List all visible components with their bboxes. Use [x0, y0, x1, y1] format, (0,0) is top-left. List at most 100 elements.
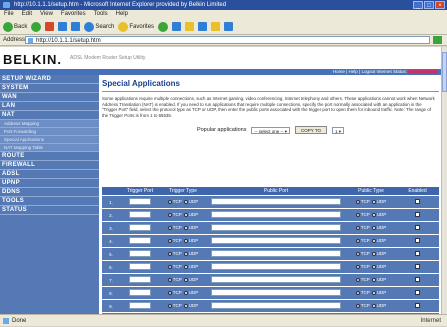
home-icon[interactable]: [71, 22, 81, 31]
trigger-port-input[interactable]: [129, 263, 151, 271]
trigger-tcp-radio[interactable]: TCP: [167, 277, 182, 282]
enabled-checkbox[interactable]: [415, 211, 420, 217]
public-port-input[interactable]: [211, 276, 341, 284]
menu-favorites[interactable]: Favorites: [61, 10, 86, 19]
enabled-checkbox[interactable]: [415, 263, 420, 269]
trigger-port-input[interactable]: [129, 198, 151, 206]
public-port-input[interactable]: [211, 289, 341, 297]
trigger-udp-radio[interactable]: UDP: [183, 264, 198, 269]
history-icon[interactable]: [172, 22, 182, 31]
trigger-udp-radio[interactable]: UDP: [183, 277, 198, 282]
trigger-udp-radio[interactable]: UDP: [183, 290, 198, 295]
go-button[interactable]: [433, 36, 442, 44]
public-udp-radio[interactable]: UDP: [371, 251, 386, 256]
public-port-input[interactable]: [211, 250, 341, 258]
trigger-udp-radio[interactable]: UDP: [183, 212, 198, 217]
trigger-tcp-radio[interactable]: TCP: [167, 290, 182, 295]
menu-file[interactable]: File: [4, 10, 14, 19]
sidebar-item-adsl[interactable]: ADSL: [0, 170, 99, 179]
trigger-tcp-radio[interactable]: TCP: [167, 251, 182, 256]
sidebar-item-wan[interactable]: WAN: [0, 93, 99, 102]
enabled-checkbox[interactable]: [415, 237, 420, 243]
refresh-icon[interactable]: [58, 22, 68, 31]
sidebar-item-firewall[interactable]: FIREWALL: [0, 161, 99, 170]
trigger-tcp-radio[interactable]: TCP: [167, 225, 182, 230]
sidebar-item-lan[interactable]: LAN: [0, 102, 99, 111]
sidebar-sub-port-forwarding[interactable]: Port Forwarding: [0, 128, 99, 136]
public-port-input[interactable]: [211, 263, 341, 271]
trigger-tcp-radio[interactable]: TCP: [167, 303, 182, 308]
back-button[interactable]: Back: [3, 21, 27, 32]
public-udp-radio[interactable]: UDP: [371, 199, 386, 204]
public-udp-radio[interactable]: UDP: [371, 238, 386, 243]
trigger-udp-radio[interactable]: UDP: [183, 225, 198, 230]
close-button[interactable]: ×: [435, 1, 445, 9]
trigger-udp-radio[interactable]: UDP: [183, 199, 198, 204]
copy-to-row-select[interactable]: 1 ▾: [332, 126, 345, 134]
public-udp-radio[interactable]: UDP: [371, 277, 386, 282]
sidebar-item-status[interactable]: STATUS: [0, 206, 99, 215]
public-udp-radio[interactable]: UDP: [371, 225, 386, 230]
trigger-udp-radio[interactable]: UDP: [183, 303, 198, 308]
trigger-tcp-radio[interactable]: TCP: [167, 238, 182, 243]
mail-icon[interactable]: [185, 22, 195, 31]
trigger-tcp-radio[interactable]: TCP: [167, 264, 182, 269]
public-udp-radio[interactable]: UDP: [371, 264, 386, 269]
sidebar-item-tools[interactable]: TOOLS: [0, 197, 99, 206]
trigger-udp-radio[interactable]: UDP: [183, 251, 198, 256]
search-button[interactable]: Search: [84, 21, 114, 32]
public-tcp-radio[interactable]: TCP: [355, 199, 370, 204]
public-port-input[interactable]: [211, 237, 341, 245]
public-tcp-radio[interactable]: TCP: [355, 225, 370, 230]
menu-view[interactable]: View: [40, 10, 53, 19]
public-tcp-radio[interactable]: TCP: [355, 290, 370, 295]
sidebar-item-ddns[interactable]: DDNS: [0, 188, 99, 197]
public-tcp-radio[interactable]: TCP: [355, 238, 370, 243]
print-icon[interactable]: [198, 22, 208, 31]
menu-help[interactable]: Help: [116, 10, 128, 19]
menu-tools[interactable]: Tools: [94, 10, 108, 19]
public-udp-radio[interactable]: UDP: [371, 290, 386, 295]
trigger-port-input[interactable]: [129, 302, 151, 310]
trigger-port-input[interactable]: [129, 211, 151, 219]
sidebar-item-system[interactable]: SYSTEM: [0, 84, 99, 93]
public-port-input[interactable]: [211, 198, 341, 206]
forward-button[interactable]: [31, 21, 42, 32]
sidebar-item-nat[interactable]: NAT: [0, 111, 99, 120]
public-tcp-radio[interactable]: TCP: [355, 212, 370, 217]
enabled-checkbox[interactable]: [415, 250, 420, 256]
trigger-udp-radio[interactable]: UDP: [183, 238, 198, 243]
enabled-checkbox[interactable]: [415, 198, 420, 204]
public-port-input[interactable]: [211, 211, 341, 219]
enabled-checkbox[interactable]: [415, 276, 420, 282]
enabled-checkbox[interactable]: [415, 289, 420, 295]
trigger-port-input[interactable]: [129, 276, 151, 284]
trigger-port-input[interactable]: [129, 289, 151, 297]
sidebar-item-setup-wizard[interactable]: SETUP WIZARD: [0, 75, 99, 84]
public-port-input[interactable]: [211, 302, 341, 310]
public-tcp-radio[interactable]: TCP: [355, 251, 370, 256]
sidebar-item-route[interactable]: ROUTE: [0, 152, 99, 161]
enabled-checkbox[interactable]: [415, 224, 420, 230]
minimize-button[interactable]: _: [413, 1, 423, 9]
menu-edit[interactable]: Edit: [22, 10, 32, 19]
public-port-input[interactable]: [211, 224, 341, 232]
copy-to-button[interactable]: COPY TO: [295, 126, 328, 134]
enabled-checkbox[interactable]: [415, 302, 420, 308]
trigger-port-input[interactable]: [129, 224, 151, 232]
trigger-port-input[interactable]: [129, 237, 151, 245]
messenger-icon[interactable]: [224, 22, 234, 31]
address-input[interactable]: http://10.1.1.1/setup.htm: [25, 36, 430, 44]
public-tcp-radio[interactable]: TCP: [355, 303, 370, 308]
sidebar-sub-special-applications[interactable]: Special Applications: [0, 136, 99, 144]
public-tcp-radio[interactable]: TCP: [355, 277, 370, 282]
public-tcp-radio[interactable]: TCP: [355, 264, 370, 269]
media-icon[interactable]: [158, 21, 169, 32]
public-udp-radio[interactable]: UDP: [371, 303, 386, 308]
stop-icon[interactable]: [45, 22, 55, 31]
trigger-port-input[interactable]: [129, 250, 151, 258]
trigger-tcp-radio[interactable]: TCP: [167, 199, 182, 204]
maximize-button[interactable]: □: [424, 1, 434, 9]
favorites-button[interactable]: Favorites: [118, 21, 154, 32]
sidebar-item-upnp[interactable]: UPNP: [0, 179, 99, 188]
